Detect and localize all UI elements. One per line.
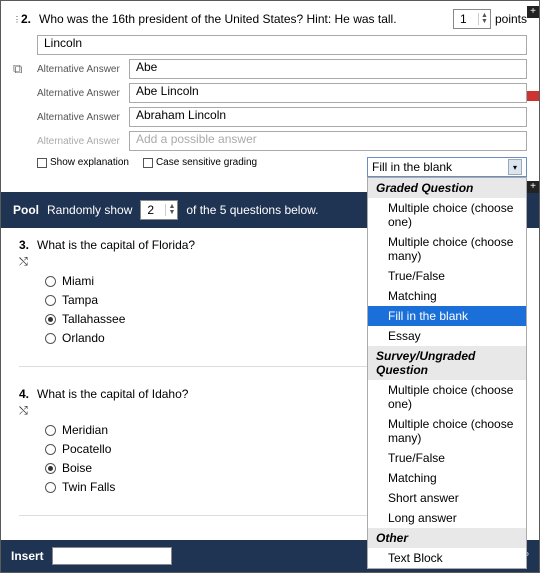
checkbox-icon: [143, 158, 153, 168]
alt-answer-input[interactable]: Abe: [129, 59, 527, 79]
question-type-value: Fill in the blank: [372, 160, 452, 174]
question-type-select[interactable]: Fill in the blank ▾: [367, 157, 527, 177]
alt-answer-input[interactable]: Abraham Lincoln: [129, 107, 527, 127]
question-number: 4.: [19, 387, 29, 401]
dropdown-item[interactable]: Short answer: [368, 488, 526, 508]
dropdown-group-header: Graded Question: [368, 178, 526, 198]
dropdown-item[interactable]: Matching: [368, 468, 526, 488]
pool-post-text: of the 5 questions below.: [186, 203, 318, 217]
dropdown-item[interactable]: Long answer: [368, 508, 526, 528]
insert-select[interactable]: [52, 547, 172, 565]
dropdown-item[interactable]: Multiple choice (choose one): [368, 380, 526, 414]
delete-alt-handle[interactable]: [527, 91, 539, 101]
drag-handle-icon[interactable]: ⋮: [13, 15, 19, 24]
dropdown-group-header: Other: [368, 528, 526, 548]
dropdown-group-header: Survey/Ungraded Question: [368, 346, 526, 380]
pool-label: Pool: [13, 203, 39, 217]
alt-answer-label: Alternative Answer: [37, 88, 123, 99]
question-type-dropdown-menu: Graded Question Multiple choice (choose …: [367, 177, 527, 569]
dropdown-item[interactable]: Text Block: [368, 548, 526, 568]
radio-icon: [45, 333, 56, 344]
alt-answer-label-ghost: Alternative Answer: [37, 136, 123, 147]
points-label: points: [495, 12, 527, 26]
radio-icon: [45, 444, 56, 455]
checkbox-icon: [37, 158, 47, 168]
question-number: 3.: [19, 238, 29, 252]
alt-answer-input[interactable]: Abe Lincoln: [129, 83, 527, 103]
question-block: ⋮ 2. Who was the 16th president of the U…: [1, 1, 539, 176]
insert-label: Insert: [11, 549, 44, 563]
add-below-handle[interactable]: +: [527, 181, 539, 193]
question-text[interactable]: Who was the 16th president of the United…: [39, 12, 453, 26]
question-number: 2.: [21, 12, 31, 26]
primary-answer-input[interactable]: Lincoln: [37, 35, 527, 55]
radio-icon: [45, 482, 56, 493]
alt-answer-label: Alternative Answer: [37, 112, 123, 123]
alt-answer-label: Alternative Answer: [37, 64, 123, 75]
question-text[interactable]: What is the capital of Florida?: [37, 238, 195, 252]
show-explanation-checkbox[interactable]: Show explanation: [37, 157, 129, 168]
stepper-arrows-icon[interactable]: ▲▼: [478, 13, 488, 25]
radio-icon: [45, 295, 56, 306]
question-text[interactable]: What is the capital of Idaho?: [37, 387, 188, 401]
dropdown-item[interactable]: Fill in the blank: [368, 306, 526, 326]
dropdown-item[interactable]: Multiple choice (choose one): [368, 198, 526, 232]
dropdown-item[interactable]: Multiple choice (choose many): [368, 232, 526, 266]
dropdown-item[interactable]: Essay: [368, 326, 526, 346]
radio-icon: [45, 314, 56, 325]
add-above-handle[interactable]: +: [527, 6, 539, 18]
points-stepper[interactable]: 1 ▲▼: [453, 9, 491, 29]
pool-pre-text: Randomly show: [47, 203, 132, 217]
dropdown-item[interactable]: True/False: [368, 448, 526, 468]
alt-answer-placeholder[interactable]: Add a possible answer: [129, 131, 527, 151]
points-value: 1: [460, 12, 467, 26]
radio-icon: [45, 425, 56, 436]
dropdown-item[interactable]: Multiple choice (choose many): [368, 414, 526, 448]
dropdown-item[interactable]: Matching: [368, 286, 526, 306]
case-sensitive-checkbox[interactable]: Case sensitive grading: [143, 157, 257, 168]
stepper-arrows-icon[interactable]: ▲▼: [165, 204, 175, 216]
dropdown-item[interactable]: True/False: [368, 266, 526, 286]
copy-icon[interactable]: ⧉: [13, 61, 22, 77]
radio-icon: [45, 276, 56, 287]
pool-count-stepper[interactable]: 2 ▲▼: [140, 200, 178, 220]
chevron-down-icon: ▾: [508, 159, 522, 175]
radio-icon: [45, 463, 56, 474]
